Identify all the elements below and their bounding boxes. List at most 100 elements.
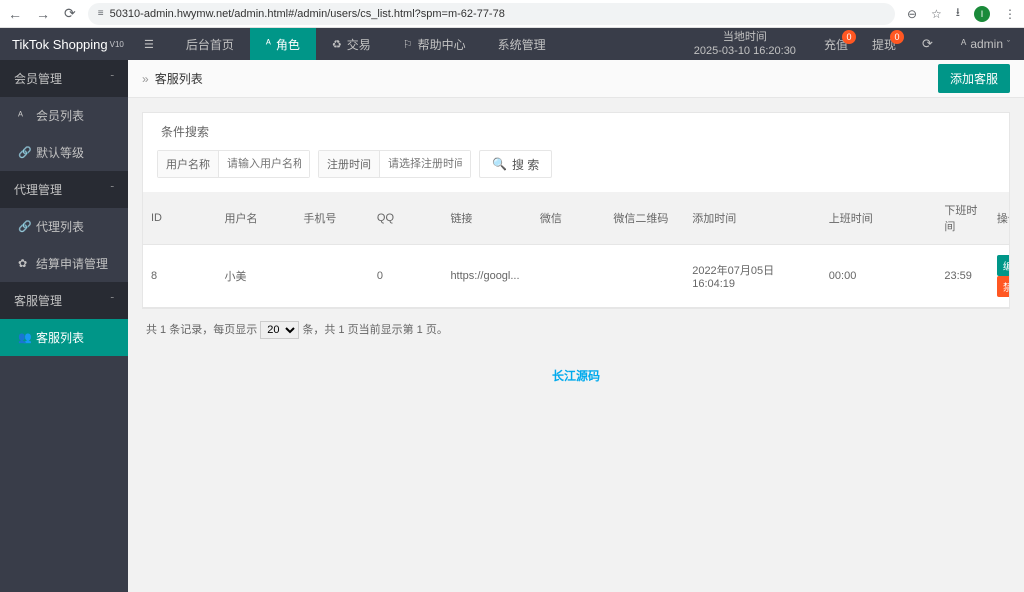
pagination: 共 1 条记录，每页显示 20 条，共 1 页当前显示第 1 页。 — [142, 309, 1010, 351]
search-icon: 🔍 — [492, 157, 507, 171]
col-qq: QQ — [369, 192, 443, 245]
cell-wechat — [532, 245, 606, 308]
app-logo: TikTok Shopping V10 — [0, 37, 128, 52]
sidebar: 会员管理ˇ ᴬ会员列表 🔗默认等级 代理管理ˇ 🔗代理列表 ✿结算申请管理 客服… — [0, 60, 128, 592]
url-text: 50310-admin.hwymw.net/admin.html#/admin/… — [110, 8, 505, 20]
col-offtime: 下班时间 — [936, 192, 989, 245]
nav-trade[interactable]: ♻交易 — [316, 28, 387, 60]
col-link: 链接 — [442, 192, 531, 245]
main-content: » 客服列表 添加客服 条件搜索 用户名称 注册时间 — [128, 60, 1024, 592]
ban-button[interactable]: 禁用 — [997, 276, 1009, 297]
regtime-label: 注册时间 — [319, 151, 380, 177]
cell-id: 8 — [143, 245, 217, 308]
sidebar-item-member-list[interactable]: ᴬ会员列表 — [0, 97, 128, 134]
key-icon[interactable]: ⊖ — [907, 7, 917, 21]
reload-icon[interactable]: ⟳ — [64, 5, 76, 22]
profile-avatar[interactable]: I — [974, 6, 990, 22]
cell-phone — [295, 245, 369, 308]
trade-icon: ♻ — [332, 38, 342, 51]
col-qr: 微信二维码 — [605, 192, 684, 245]
gear-icon: ✿ — [18, 257, 30, 270]
sidebar-group-member[interactable]: 会员管理ˇ — [0, 60, 128, 97]
user-icon: ᴬ — [266, 38, 271, 50]
nav-role[interactable]: ᴬ角色 — [250, 28, 316, 60]
menu-icon[interactable]: ⋮ — [1004, 7, 1016, 21]
regtime-field: 注册时间 — [318, 150, 471, 178]
download-icon[interactable]: ⭳ — [956, 3, 960, 24]
cell-link: https://googl... — [442, 245, 531, 308]
chevron-down-icon: ˇ — [111, 75, 114, 82]
group-icon: 👥 — [18, 331, 30, 344]
sidebar-item-settle[interactable]: ✿结算申请管理 — [0, 245, 128, 282]
user-icon: ᴬ — [18, 110, 30, 122]
forward-icon[interactable]: → — [36, 6, 50, 22]
bookmark-icon[interactable]: ☆ — [931, 7, 942, 21]
username-field: 用户名称 — [157, 150, 310, 178]
link-icon: 🔗 — [18, 220, 30, 233]
cell-user: 小美 — [217, 245, 296, 308]
table-scroll[interactable]: ID 用户名 手机号 QQ 链接 微信 微信二维码 添加时间 上班时间 下班时间… — [143, 192, 1009, 308]
refresh-button[interactable]: ⟳ — [908, 36, 947, 52]
cell-offtime: 23:59 — [936, 245, 989, 308]
search-button[interactable]: 🔍 搜 索 — [479, 150, 552, 178]
pager-suffix: 条，共 1 页当前显示第 1 页。 — [302, 324, 447, 336]
sidebar-group-agent[interactable]: 代理管理ˇ — [0, 171, 128, 208]
col-id: ID — [143, 192, 217, 245]
recharge-link[interactable]: 充值 0 — [812, 28, 860, 60]
cell-ontime: 00:00 — [821, 245, 937, 308]
table-header-row: ID 用户名 手机号 QQ 链接 微信 微信二维码 添加时间 上班时间 下班时间… — [143, 192, 1009, 245]
browser-chrome: ← → ⟳ ≡ 50310-admin.hwymw.net/admin.html… — [0, 0, 1024, 28]
nav-home[interactable]: 后台首页 — [170, 28, 250, 60]
table-row: 8 小美 0 https://googl... 2022年07月05日 16:0… — [143, 245, 1009, 308]
add-cs-button[interactable]: 添加客服 — [938, 64, 1010, 93]
breadcrumb: » 客服列表 添加客服 — [128, 60, 1024, 98]
top-header: TikTok Shopping V10 ☰ 后台首页 ᴬ角色 ♻交易 ⚐帮助中心… — [0, 28, 1024, 60]
cell-op: 编 辑禁用 — [989, 245, 1009, 308]
back-icon[interactable]: ← — [8, 6, 22, 22]
flag-icon: ⚐ — [403, 38, 413, 51]
withdraw-link[interactable]: 提现 0 — [860, 28, 908, 60]
footer-link[interactable]: 长江源码 — [552, 369, 600, 383]
withdraw-badge: 0 — [890, 30, 904, 44]
list-card: 条件搜索 用户名称 注册时间 🔍 搜 索 — [142, 112, 1010, 309]
cell-qq: 0 — [369, 245, 443, 308]
hamburger-icon: ☰ — [144, 38, 154, 51]
cell-qr — [605, 245, 684, 308]
url-bar[interactable]: ≡ 50310-admin.hwymw.net/admin.html#/admi… — [88, 3, 895, 25]
site-info-icon: ≡ — [98, 8, 104, 19]
sidebar-group-cs[interactable]: 客服管理ˇ — [0, 282, 128, 319]
local-time: 当地时间 2025-03-10 16:20:30 — [678, 30, 812, 59]
col-op: 操作 — [989, 192, 1009, 245]
search-title: 条件搜索 — [157, 123, 995, 140]
chevron-down-icon: ˇ — [111, 297, 114, 304]
username-input[interactable] — [219, 151, 309, 177]
cs-table: ID 用户名 手机号 QQ 链接 微信 微信二维码 添加时间 上班时间 下班时间… — [143, 192, 1009, 308]
footer: 长江源码 — [142, 351, 1010, 400]
sidebar-item-default-level[interactable]: 🔗默认等级 — [0, 134, 128, 171]
regtime-input[interactable] — [380, 151, 470, 177]
edit-button[interactable]: 编 辑 — [997, 255, 1009, 276]
chevron-down-icon: ˇ — [1007, 39, 1010, 49]
sidebar-item-cs-list[interactable]: 👥客服列表 — [0, 319, 128, 356]
page-size-select[interactable]: 20 — [260, 321, 299, 339]
recharge-badge: 0 — [842, 30, 856, 44]
nav-help[interactable]: ⚐帮助中心 — [387, 28, 482, 60]
nav-system[interactable]: 系统管理 — [482, 28, 562, 60]
search-form: 条件搜索 用户名称 注册时间 🔍 搜 索 — [143, 113, 1009, 192]
username-label: 用户名称 — [158, 151, 219, 177]
user-menu[interactable]: ᴬ admin ˇ — [947, 37, 1024, 51]
page-title: 客服列表 — [155, 70, 203, 87]
col-phone: 手机号 — [295, 192, 369, 245]
chevron-down-icon: ˇ — [111, 186, 114, 193]
pager-prefix: 共 1 条记录，每页显示 — [146, 324, 257, 336]
col-addtime: 添加时间 — [684, 192, 821, 245]
breadcrumb-sep: » — [142, 72, 149, 86]
col-user: 用户名 — [217, 192, 296, 245]
col-ontime: 上班时间 — [821, 192, 937, 245]
sidebar-item-agent-list[interactable]: 🔗代理列表 — [0, 208, 128, 245]
nav-toggle[interactable]: ☰ — [128, 28, 170, 60]
refresh-icon: ⟳ — [922, 36, 933, 51]
col-wechat: 微信 — [532, 192, 606, 245]
person-icon: ᴬ — [961, 37, 966, 51]
link-icon: 🔗 — [18, 146, 30, 159]
